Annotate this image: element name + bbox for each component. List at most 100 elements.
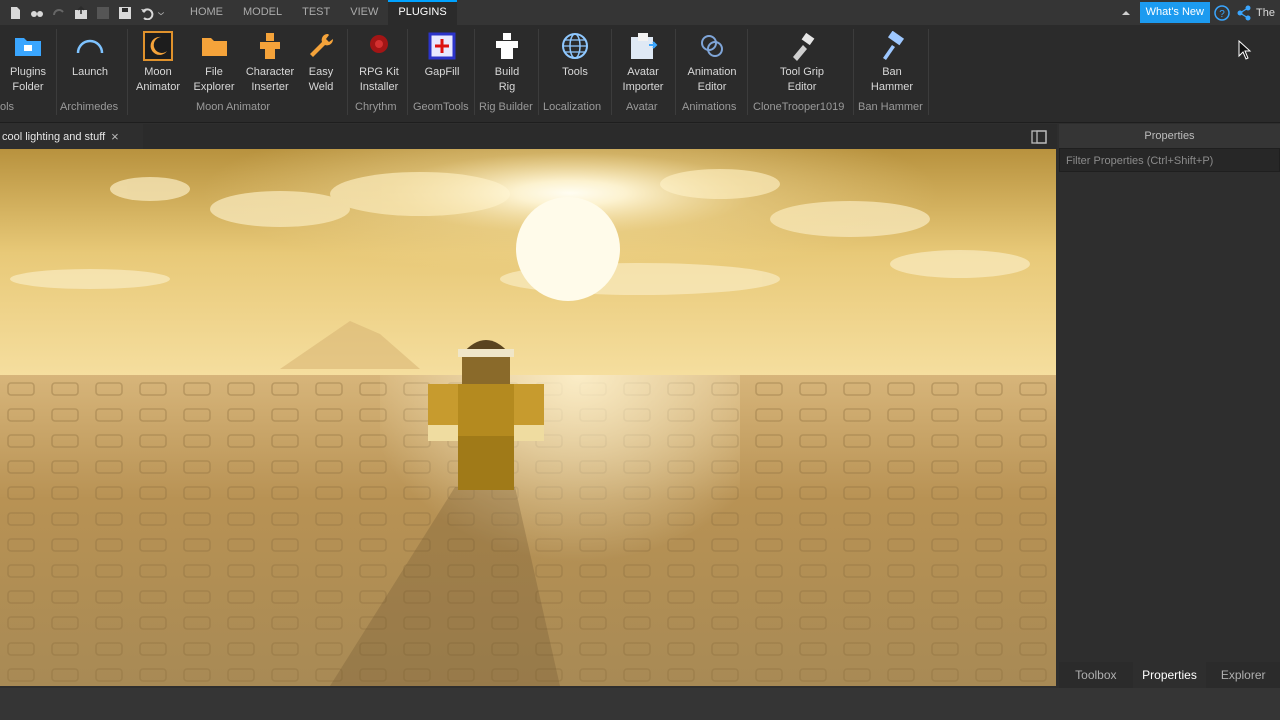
file-explorer-button[interactable]: File Explorer bbox=[190, 31, 238, 95]
svg-text:?: ? bbox=[1219, 9, 1225, 20]
moon-icon bbox=[143, 31, 173, 61]
tool-grip-editor-button[interactable]: Tool Grip Editor bbox=[774, 31, 830, 95]
tool-label: Moon Animator bbox=[135, 66, 181, 93]
document-tab[interactable]: cool lighting and stuff × bbox=[0, 124, 143, 149]
menu-bar: HOME MODEL TEST VIEW PLUGINS What's New … bbox=[0, 0, 1280, 25]
hammer-icon bbox=[883, 31, 905, 60]
redo-disabled-icon bbox=[53, 8, 64, 15]
sun bbox=[516, 197, 620, 301]
group-divider bbox=[928, 29, 929, 115]
panel-tabs: Toolbox Properties Explorer bbox=[1059, 662, 1280, 688]
wrench-icon bbox=[310, 33, 334, 57]
tool-label: Plugins Folder bbox=[9, 66, 47, 93]
tab-test[interactable]: TEST bbox=[292, 0, 340, 25]
quick-access-toolbar bbox=[0, 0, 180, 25]
publish-icon[interactable] bbox=[74, 5, 88, 20]
new-file-icon[interactable] bbox=[8, 6, 22, 20]
group-label: Rig Builder bbox=[479, 101, 533, 113]
status-bar bbox=[0, 688, 1280, 720]
animation-editor-button[interactable]: Animation Editor bbox=[683, 31, 741, 95]
tool-label: Launch bbox=[71, 66, 109, 78]
tab-model[interactable]: MODEL bbox=[233, 0, 292, 25]
whats-new-button[interactable]: What's New bbox=[1139, 2, 1210, 23]
restore-window-icon[interactable] bbox=[1031, 129, 1047, 144]
tool-label: Tool Grip Editor bbox=[779, 66, 825, 93]
ban-hammer-button[interactable]: Ban Hammer bbox=[866, 31, 918, 95]
properties-panel: Properties Filter Properties (Ctrl+Shift… bbox=[1059, 124, 1280, 688]
moon-animator-button[interactable]: Moon Animator bbox=[133, 31, 183, 95]
group-label: Animations bbox=[682, 101, 737, 113]
character-icon bbox=[260, 33, 280, 59]
group-label: Avatar bbox=[626, 101, 658, 113]
group-divider bbox=[538, 29, 539, 115]
tool-label: Easy Weld bbox=[308, 66, 334, 93]
group-label: ols bbox=[0, 101, 15, 113]
group-label: Moon Animator bbox=[196, 101, 270, 113]
folder-plug-icon bbox=[15, 38, 41, 56]
folder-icon bbox=[202, 38, 227, 56]
tool-label: Animation Editor bbox=[687, 66, 737, 93]
group-label: Localization bbox=[543, 101, 602, 113]
tab-explorer[interactable]: Explorer bbox=[1206, 662, 1280, 688]
character-inserter-button[interactable]: Character Inserter bbox=[242, 31, 298, 95]
group-label: Chrythm bbox=[355, 101, 397, 113]
rpg-kit-installer-button[interactable]: RPG Kit Installer bbox=[354, 31, 404, 95]
plugins-folder-button[interactable]: Plugins Folder bbox=[6, 31, 50, 95]
open-file-icon[interactable] bbox=[30, 6, 44, 20]
tool-label: GapFill bbox=[424, 66, 460, 78]
save-icon[interactable] bbox=[118, 6, 132, 20]
group-divider bbox=[853, 29, 854, 115]
group-divider bbox=[474, 29, 475, 115]
mouse-cursor-icon bbox=[1238, 40, 1252, 60]
close-icon[interactable]: × bbox=[111, 129, 119, 144]
tab-toolbox[interactable]: Toolbox bbox=[1059, 662, 1133, 688]
group-label: Archimedes bbox=[60, 101, 119, 113]
group-divider bbox=[407, 29, 408, 115]
tool-label: Avatar Importer bbox=[622, 66, 664, 93]
filter-properties-input[interactable]: Filter Properties (Ctrl+Shift+P) bbox=[1059, 148, 1280, 172]
tool-label: File Explorer bbox=[193, 66, 235, 93]
group-divider bbox=[747, 29, 748, 115]
group-divider bbox=[347, 29, 348, 115]
tool-label: Ban Hammer bbox=[870, 66, 914, 93]
arc-icon bbox=[76, 39, 104, 54]
help-icon[interactable]: ? bbox=[1214, 4, 1230, 21]
gapfill-icon bbox=[428, 32, 456, 60]
grip-icon bbox=[793, 32, 815, 61]
tab-home[interactable]: HOME bbox=[180, 0, 233, 25]
group-label: GeomTools bbox=[413, 101, 469, 113]
user-name[interactable]: The bbox=[1256, 7, 1280, 19]
tool-label: Build Rig bbox=[494, 66, 520, 93]
menu-right-cluster: What's New ? The bbox=[1120, 0, 1280, 25]
collapse-ribbon-icon[interactable] bbox=[1120, 7, 1132, 19]
plugins-ribbon: Plugins Folder ols Launch Archimedes Moo… bbox=[0, 25, 1280, 123]
undo-icon[interactable] bbox=[140, 6, 154, 20]
globe-icon bbox=[562, 33, 588, 59]
rpg-icon bbox=[370, 35, 388, 53]
launch-button[interactable]: Launch bbox=[66, 31, 114, 80]
group-label: CloneTrooper1019 bbox=[753, 101, 845, 113]
document-tab-bar: cool lighting and stuff × bbox=[0, 124, 1057, 149]
tab-plugins[interactable]: PLUGINS bbox=[388, 0, 457, 25]
avatar-importer-button[interactable]: Avatar Importer bbox=[617, 31, 669, 95]
rig-icon bbox=[496, 33, 518, 59]
easy-weld-button[interactable]: Easy Weld bbox=[302, 31, 340, 95]
chevron-down-icon[interactable] bbox=[157, 6, 165, 20]
tool-label: Tools bbox=[562, 66, 588, 78]
group-label: Ban Hammer bbox=[858, 101, 923, 113]
avatar-icon bbox=[631, 33, 658, 59]
build-rig-button[interactable]: Build Rig bbox=[484, 31, 530, 95]
gapfill-button[interactable]: GapFill bbox=[418, 31, 466, 80]
save-disabled-icon bbox=[97, 6, 109, 19]
group-divider bbox=[675, 29, 676, 115]
tool-label: Character Inserter bbox=[245, 66, 295, 93]
scene-render bbox=[0, 149, 1056, 686]
game-viewport[interactable] bbox=[0, 149, 1056, 686]
localization-tools-button[interactable]: Tools bbox=[552, 31, 598, 80]
tool-label: RPG Kit Installer bbox=[359, 66, 399, 93]
group-divider bbox=[56, 29, 57, 115]
tab-properties[interactable]: Properties bbox=[1132, 662, 1207, 688]
tab-view[interactable]: VIEW bbox=[340, 0, 388, 25]
animation-icon bbox=[701, 35, 723, 57]
share-icon[interactable] bbox=[1236, 5, 1252, 21]
